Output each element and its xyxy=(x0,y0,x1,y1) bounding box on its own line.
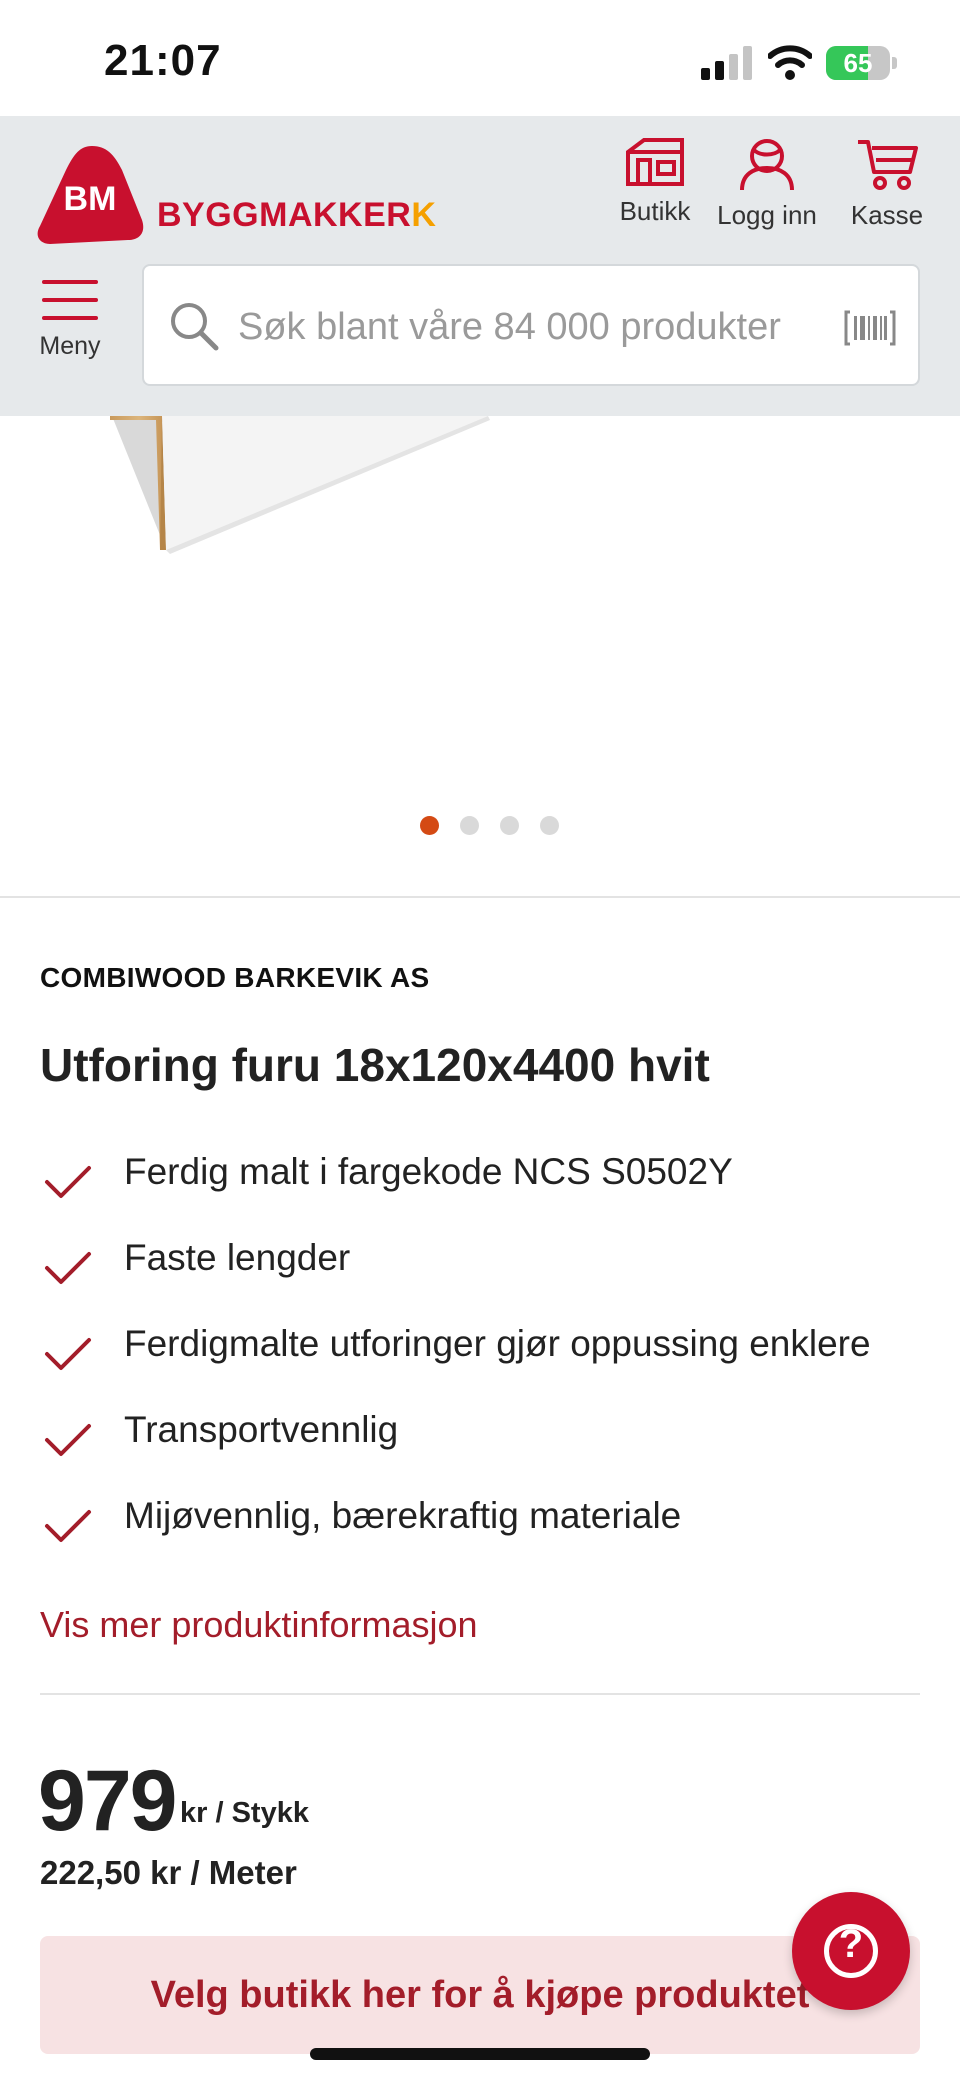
wifi-icon xyxy=(768,45,812,80)
gallery-pagination xyxy=(420,816,560,836)
gallery-dot[interactable] xyxy=(420,816,439,835)
feature-text: Transportvennlig xyxy=(124,1409,399,1450)
price-per-meter: 222,50 kr / Meter xyxy=(40,1854,297,1891)
store-nav-label: Butikk xyxy=(619,196,691,226)
user-icon xyxy=(740,139,794,191)
site-header: BM BYGGMAKKERK Butikk Logg inn Kasse Men… xyxy=(0,116,960,416)
select-store-button[interactable]: Velg butikk her for å kjøpe produktet xyxy=(40,1936,920,2054)
product-page: 21:07 65 BM BYGGMAKKERK Butikk Logg inn … xyxy=(0,0,960,2078)
store-nav-button[interactable]: Butikk xyxy=(600,136,710,227)
feature-text: Faste lengder xyxy=(124,1237,351,1278)
checkmark-icon xyxy=(45,1338,91,1370)
login-nav-button[interactable]: Logg inn xyxy=(712,136,822,231)
checkmark-icon xyxy=(45,1166,91,1198)
store-icon xyxy=(626,138,684,186)
feature-item: Faste lengder xyxy=(40,1232,940,1318)
feature-text: Ferdig malt i fargekode NCS S0502Y xyxy=(124,1151,733,1192)
more-product-info-link[interactable]: Vis mer produktinformasjon xyxy=(40,1604,478,1646)
logo-suffix: K xyxy=(411,196,437,234)
price-unit: kr / Stykk xyxy=(180,1797,309,1829)
status-bar: 21:07 65 xyxy=(0,0,960,116)
gallery-dot[interactable] xyxy=(500,816,519,835)
gallery-dot[interactable] xyxy=(460,816,479,835)
battery-charging-icon: 65 xyxy=(826,46,898,80)
cart-nav-label: Kasse xyxy=(850,200,924,230)
gallery-dot[interactable] xyxy=(540,816,559,835)
logo-wordmark: BYGGMAKKERK xyxy=(157,196,436,235)
search-placeholder: Søk blant våre 84 000 produkter xyxy=(238,306,781,348)
feature-item: Mijøvennlig, bærekraftig materiale xyxy=(40,1490,940,1576)
byggmakker-logo[interactable]: BM BYGGMAKKERK xyxy=(36,140,436,252)
home-indicator[interactable] xyxy=(310,2048,650,2060)
hamburger-icon xyxy=(42,280,98,320)
barcode-scan-icon[interactable] xyxy=(844,310,896,346)
logo-badge-icon: BM xyxy=(37,146,144,244)
feature-text: Mijøvennlig, bærekraftig materiale xyxy=(124,1495,682,1536)
logo-text: BYGGMAKKER xyxy=(157,196,412,234)
product-brand: COMBIWOOD BARKEVIK AS xyxy=(40,962,430,993)
price-amount: 979 xyxy=(38,1753,177,1849)
search-input[interactable]: Søk blant våre 84 000 produkter xyxy=(142,264,920,386)
menu-button[interactable]: Meny xyxy=(30,280,110,361)
feature-item: Transportvennlig xyxy=(40,1404,940,1490)
checkmark-icon xyxy=(45,1424,91,1456)
question-glyph: ? xyxy=(838,1922,864,1966)
product-title: Utforing furu 18x120x4400 hvit xyxy=(40,1039,710,1091)
product-image xyxy=(110,416,490,554)
cart-nav-button[interactable]: Kasse xyxy=(832,136,942,231)
feature-text: Ferdigmalte utforinger gjør oppussing en… xyxy=(124,1323,871,1364)
battery-percent: 65 xyxy=(843,48,873,78)
divider xyxy=(40,1693,920,1695)
divider xyxy=(0,896,960,898)
logo-badge-text: BM xyxy=(64,180,117,218)
feature-list: Ferdig malt i fargekode NCS S0502Y Faste… xyxy=(40,1146,940,1576)
status-time: 21:07 xyxy=(104,36,222,85)
cellular-signal-icon xyxy=(701,46,752,80)
menu-label: Meny xyxy=(39,332,101,360)
checkmark-icon xyxy=(45,1510,91,1542)
login-nav-label: Logg inn xyxy=(717,200,817,230)
checkmark-icon xyxy=(45,1252,91,1284)
select-store-label: Velg butikk her for å kjøpe produktet xyxy=(150,1974,810,2016)
feature-item: Ferdigmalte utforinger gjør oppussing en… xyxy=(40,1318,940,1404)
feature-item: Ferdig malt i fargekode NCS S0502Y xyxy=(40,1146,940,1232)
help-button[interactable]: ? xyxy=(792,1892,910,2010)
search-icon xyxy=(171,303,219,351)
cart-icon xyxy=(858,140,918,190)
